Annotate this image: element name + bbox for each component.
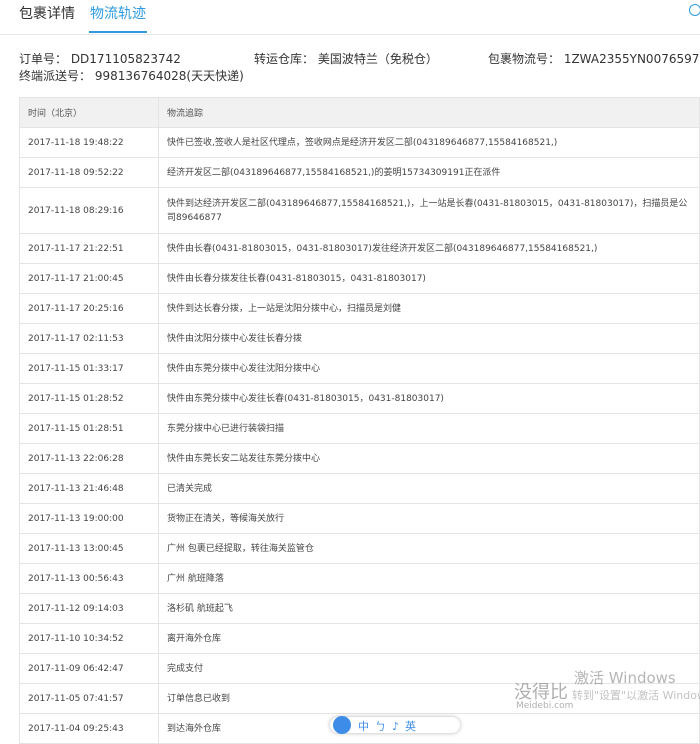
table-row: 2017-11-13 19:00:00 货物正在清关，等候海关放行 [19, 503, 700, 534]
table-row: 2017-11-10 10:34:52 离开海外仓库 [19, 623, 700, 654]
row-description: 广州 航班降落 [158, 563, 700, 594]
table-row: 2017-11-18 09:52:22 经济开发区二部(043189646877,… [19, 157, 700, 188]
row-description: 快件由东莞分拨中心发往沈阳分拨中心 [158, 353, 700, 384]
row-time: 2017-11-13 13:00:45 [19, 533, 159, 564]
row-time: 2017-11-05 07:41:57 [19, 683, 159, 714]
tab-logistics-track[interactable]: 物流轨迹 [90, 3, 146, 23]
row-description: 快件已签收,签收人是社区代理点，签收网点是经济开发区二部(04318964687… [158, 127, 700, 158]
row-time: 2017-11-17 21:22:51 [19, 233, 159, 264]
row-time: 2017-11-15 01:28:51 [19, 413, 159, 444]
order-number: 订单号： DD171105823742 [19, 52, 181, 66]
row-time: 2017-11-13 22:06:28 [19, 443, 159, 474]
row-description: 快件由东莞长安二站发往东莞分拨中心 [158, 443, 700, 474]
table-row: 2017-11-17 20:25:16 快件到达长春分拨，上一站是沈阳分拨中心，扫… [19, 293, 700, 324]
settings-icon[interactable] [689, 4, 700, 16]
row-time: 2017-11-17 21:00:45 [19, 263, 159, 294]
row-description: 洛杉矶 航班起飞 [158, 593, 700, 624]
row-time: 2017-11-13 21:46:48 [19, 473, 159, 504]
tab-package-details[interactable]: 包裹详情 [19, 3, 75, 23]
row-time: 2017-11-09 06:42:47 [19, 653, 159, 684]
row-description: 快件由沈阳分拨中心发往长春分拨 [158, 323, 700, 354]
table-row: 2017-11-18 19:48:22 快件已签收,签收人是社区代理点，签收网点是… [19, 127, 700, 158]
row-description: 经济开发区二部(043189646877,15584168521,)的姜明157… [158, 157, 700, 188]
row-time: 2017-11-10 10:34:52 [19, 623, 159, 654]
row-description: 东莞分拨中心已进行装袋扫描 [158, 413, 700, 444]
table-row: 2017-11-15 01:33:17 快件由东莞分拨中心发往沈阳分拨中心 [19, 353, 700, 384]
column-header-time: 时间（北京） [19, 97, 159, 128]
table-row: 2017-11-17 21:22:51 快件由长春(0431-81803015，0… [19, 233, 700, 264]
row-description: 已清关完成 [158, 473, 700, 504]
transit-warehouse: 转运仓库： 美国波特兰（免税仓） [254, 52, 438, 66]
row-description: 离开海外仓库 [158, 623, 700, 654]
tab-bar: 包裹详情 物流轨迹 [0, 0, 700, 35]
table-header-row: 时间（北京） 物流追踪 [19, 97, 700, 128]
table-row: 2017-11-17 21:00:45 快件由长春分拨发往长春(0431-8180… [19, 263, 700, 294]
row-time: 2017-11-17 02:11:53 [19, 323, 159, 354]
table-row: 2017-11-13 21:46:48 已清关完成 [19, 473, 700, 504]
row-time: 2017-11-12 09:14:03 [19, 593, 159, 624]
site-url-watermark: Meidebi.com [516, 701, 574, 711]
row-description: 快件由长春(0431-81803015，0431-81803017)发往经济开发… [158, 233, 700, 264]
table-row: 2017-11-15 01:28:52 快件由东莞分拨中心发往长春(0431-81… [19, 383, 700, 414]
table-row: 2017-11-18 08:29:16 快件到达经济开发区二部(043189646… [19, 187, 700, 234]
row-time: 2017-11-04 09:25:43 [19, 713, 159, 744]
row-time: 2017-11-18 09:52:22 [19, 157, 159, 188]
row-description: 快件到达经济开发区二部(043189646877,15584168521,)，上… [158, 187, 700, 234]
table-row: 2017-11-15 01:28:51 东莞分拨中心已进行装袋扫描 [19, 413, 700, 444]
row-description: 快件由长春分拨发往长春(0431-81803015，0431-81803017) [158, 263, 700, 294]
row-time: 2017-11-13 00:56:43 [19, 563, 159, 594]
logistics-table: 时间（北京） 物流追踪 2017-11-18 19:48:22 快件已签收,签收人… [19, 97, 700, 744]
row-time: 2017-11-18 08:29:16 [19, 187, 159, 234]
column-header-tracking: 物流追踪 [158, 97, 700, 128]
row-description: 广州 包裹已经提取，转往海关监管仓 [158, 533, 700, 564]
delivery-number: 终端派送号： 998136764028(天天快递) [19, 69, 244, 83]
row-time: 2017-11-15 01:28:52 [19, 383, 159, 414]
ime-toolbar-text[interactable]: 中ㄅ♪英 [358, 718, 422, 734]
active-tab-indicator [89, 31, 147, 33]
row-description: 快件由东莞分拨中心发往长春(0431-81803015，0431-8180301… [158, 383, 700, 414]
row-description: 货物正在清关，等候海关放行 [158, 503, 700, 534]
ime-logo-icon[interactable] [333, 716, 351, 734]
activate-windows-hint: 转到"设置"以激活 Windows。 [572, 689, 700, 702]
row-time: 2017-11-18 19:48:22 [19, 127, 159, 158]
table-row: 2017-11-13 13:00:45 广州 包裹已经提取，转往海关监管仓 [19, 533, 700, 564]
row-description: 快件到达长春分拨，上一站是沈阳分拨中心，扫描员是刘健 [158, 293, 700, 324]
package-tracking-number: 包裹物流号： 1ZWA2355YN00765974 [488, 52, 700, 66]
row-time: 2017-11-17 20:25:16 [19, 293, 159, 324]
table-row: 2017-11-17 02:11:53 快件由沈阳分拨中心发往长春分拨 [19, 323, 700, 354]
table-row: 2017-11-12 09:14:03 洛杉矶 航班起飞 [19, 593, 700, 624]
activate-windows-watermark: 激活 Windows [574, 669, 676, 687]
row-time: 2017-11-13 19:00:00 [19, 503, 159, 534]
row-time: 2017-11-15 01:33:17 [19, 353, 159, 384]
table-row: 2017-11-13 00:56:43 广州 航班降落 [19, 563, 700, 594]
table-row: 2017-11-13 22:06:28 快件由东莞长安二站发往东莞分拨中心 [19, 443, 700, 474]
